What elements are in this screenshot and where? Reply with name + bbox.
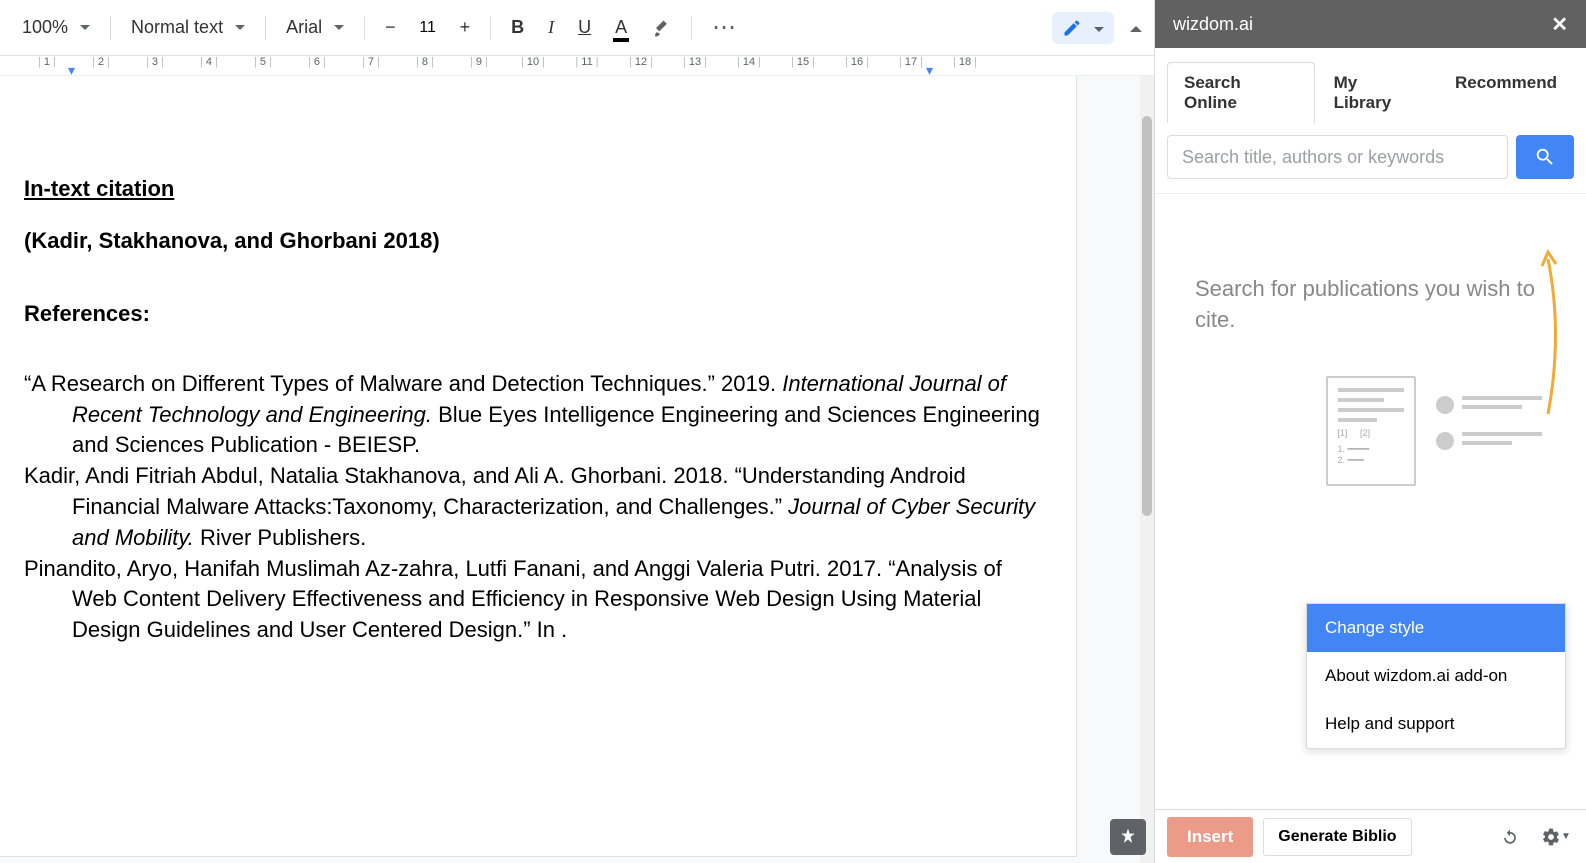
italic-button[interactable]: I (538, 11, 564, 44)
collapse-toolbar-button[interactable] (1130, 19, 1142, 37)
reference-1[interactable]: “A Research on Different Types of Malwar… (24, 369, 1052, 461)
heading-references[interactable]: References: (24, 301, 1052, 327)
star-plus-icon (1118, 827, 1138, 847)
ruler-mark: | 13 | (668, 56, 722, 68)
font-size-input[interactable] (410, 19, 446, 37)
ruler-mark: | 5 | (236, 56, 290, 68)
tab-recommend[interactable]: Recommend (1438, 62, 1574, 123)
heading-intext[interactable]: In-text citation (24, 176, 1052, 202)
sidebar-tabs: Search Online My Library Recommend (1155, 48, 1586, 123)
sidebar-footer: Insert Generate Biblio ▼ (1155, 809, 1586, 863)
ruler-mark: | 17 | (884, 56, 938, 68)
search-prompt-text: Search for publications you wish to cite… (1175, 214, 1566, 356)
intext-citation[interactable]: (Kadir, Stakhanova, and Ghorbani 2018) (24, 226, 1052, 257)
toolbar: 100% Normal text Arial − + B I U A (0, 0, 1154, 56)
ruler-mark: | 8 | (398, 56, 452, 68)
more-options-button[interactable] (702, 7, 748, 48)
page[interactable]: In-text citation (Kadir, Stakhanova, and… (0, 76, 1076, 856)
ruler-mark: | 12 | (614, 56, 668, 68)
ruler-mark: | 2 | (74, 56, 128, 68)
highlighter-icon (651, 18, 671, 38)
tab-my-library[interactable]: My Library (1317, 62, 1436, 123)
menu-about-addon[interactable]: About wizdom.ai add-on (1307, 652, 1565, 700)
ruler-mark: | 11 | (560, 56, 614, 68)
ruler-mark: | 15 | (776, 56, 830, 68)
ruler-mark: | 4 | (182, 56, 236, 68)
reference-2[interactable]: Kadir, Andi Fitriah Abdul, Natalia Stakh… (24, 461, 1052, 553)
gear-icon (1541, 827, 1561, 847)
ruler-mark: | 14 | (722, 56, 776, 68)
pen-icon (1062, 18, 1082, 38)
ruler-mark: | 6 | (290, 56, 344, 68)
increase-font-button[interactable]: + (450, 11, 481, 44)
tab-search-online[interactable]: Search Online (1167, 62, 1315, 123)
ruler-mark: | 16 | (830, 56, 884, 68)
settings-popup: Change style About wizdom.ai add-on Help… (1306, 603, 1566, 749)
decrease-font-button[interactable]: − (375, 11, 406, 44)
menu-help-support[interactable]: Help and support (1307, 700, 1565, 748)
vertical-scrollbar[interactable] (1140, 76, 1154, 863)
ruler-mark: | 1 | (20, 56, 74, 68)
close-sidebar-button[interactable]: ✕ (1551, 12, 1568, 37)
zoom-dropdown[interactable]: 100% (12, 11, 100, 44)
bold-button[interactable]: B (501, 11, 534, 44)
font-family-dropdown[interactable]: Arial (276, 11, 354, 44)
ruler-mark: | 10 | (506, 56, 560, 68)
wizdom-sidebar: wizdom.ai ✕ Search Online My Library Rec… (1154, 0, 1586, 863)
underline-button[interactable]: U (568, 11, 601, 44)
explore-button[interactable] (1110, 819, 1146, 855)
sidebar-title: wizdom.ai (1173, 14, 1253, 35)
search-input[interactable] (1167, 135, 1508, 179)
ruler-mark: | 7 | (344, 56, 398, 68)
sidebar-header: wizdom.ai ✕ (1155, 0, 1586, 48)
refresh-button[interactable] (1492, 819, 1528, 855)
search-icon (1534, 146, 1556, 168)
generate-biblio-button[interactable]: Generate Biblio (1263, 818, 1411, 856)
settings-button[interactable]: ▼ (1538, 819, 1574, 855)
insert-button[interactable]: Insert (1167, 817, 1253, 857)
document-area[interactable]: In-text citation (Kadir, Stakhanova, and… (0, 76, 1154, 863)
sidebar-body: Search for publications you wish to cite… (1155, 193, 1586, 809)
ruler-mark: | 18 | (938, 56, 992, 68)
reference-3[interactable]: Pinandito, Aryo, Hanifah Muslimah Az-zah… (24, 554, 1052, 646)
editing-mode-dropdown[interactable] (1052, 12, 1114, 44)
ruler[interactable]: ▾ ▾ | 1 || 2 || 3 || 4 || 5 || 6 || 7 ||… (0, 56, 1154, 76)
menu-change-style[interactable]: Change style (1307, 604, 1565, 652)
ruler-mark: | 9 | (452, 56, 506, 68)
highlight-button[interactable] (641, 12, 681, 44)
search-illustration: [1] [2] 1. ━━━━ 2. ━━━ (1175, 376, 1566, 486)
search-button[interactable] (1516, 135, 1574, 179)
paragraph-style-dropdown[interactable]: Normal text (121, 11, 255, 44)
text-color-button[interactable]: A (605, 11, 637, 44)
ruler-mark: | 3 | (128, 56, 182, 68)
refresh-icon (1500, 827, 1520, 847)
